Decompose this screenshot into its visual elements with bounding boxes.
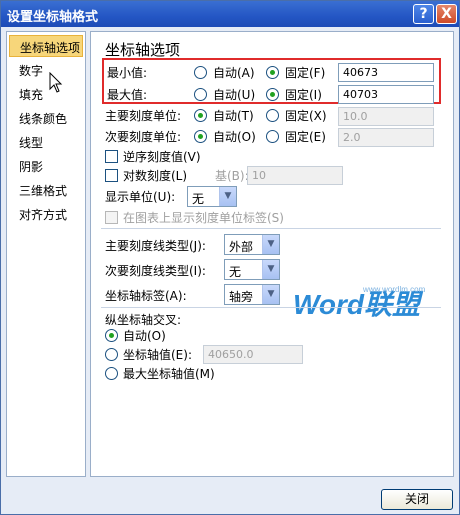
min-fixed-radio[interactable] bbox=[266, 66, 279, 79]
axis-labels-value: 轴旁 bbox=[229, 290, 254, 304]
sidebar-item-line-color[interactable]: 线条颜色 bbox=[9, 107, 83, 129]
minor-unit-auto-radio[interactable] bbox=[194, 130, 207, 143]
separator bbox=[101, 307, 441, 308]
max-auto-radio[interactable] bbox=[194, 88, 207, 101]
axis-labels-select[interactable]: 轴旁 ▼ bbox=[224, 284, 280, 305]
major-unit-fixed-label: 固定(X) bbox=[285, 109, 327, 123]
watermark-url-text: www.wordlm.com bbox=[363, 285, 426, 294]
cross-heading: 纵坐标轴交叉: bbox=[105, 313, 182, 327]
major-unit-auto-label: 自动(T) bbox=[213, 109, 254, 123]
dialog-titlebar: 设置坐标轴格式 ? X bbox=[1, 1, 459, 27]
chevron-down-icon: ▼ bbox=[219, 187, 236, 206]
max-fixed-radio[interactable] bbox=[266, 88, 279, 101]
show-units-label-checkbox[interactable] bbox=[105, 211, 118, 224]
sidebar-item-fill[interactable]: 填充 bbox=[9, 83, 83, 105]
display-units-label: 显示单位(U): bbox=[105, 190, 176, 204]
cross-auto-label: 自动(O) bbox=[123, 329, 166, 343]
log-scale-checkbox[interactable] bbox=[105, 169, 118, 182]
minor-unit-auto-label: 自动(O) bbox=[213, 130, 256, 144]
cross-value-radio[interactable] bbox=[105, 348, 118, 361]
sidebar-item-alignment[interactable]: 对齐方式 bbox=[9, 203, 83, 225]
display-units-select[interactable]: 无 ▼ bbox=[187, 186, 237, 207]
reverse-order-checkbox[interactable] bbox=[105, 150, 118, 163]
major-unit-value-input[interactable]: 10.0 bbox=[338, 107, 434, 126]
display-units-value: 无 bbox=[192, 192, 205, 206]
separator bbox=[101, 228, 441, 229]
sidebar-item-line-style[interactable]: 线型 bbox=[9, 131, 83, 153]
minor-tick-type-select[interactable]: 无 ▼ bbox=[224, 259, 280, 280]
panel-heading: 坐标轴选项 bbox=[105, 41, 181, 59]
sidebar-item-shadow[interactable]: 阴影 bbox=[9, 155, 83, 177]
max-label: 最大值: bbox=[107, 88, 148, 102]
min-fixed-label: 固定(F) bbox=[285, 66, 326, 80]
min-label: 最小值: bbox=[107, 66, 148, 80]
log-base-label: 基(B): bbox=[215, 169, 249, 183]
format-axis-dialog: 设置坐标轴格式 ? X 坐标轴选项 数字 填充 线条颜色 线型 阴影 三维格式 … bbox=[0, 0, 460, 515]
cross-max-radio[interactable] bbox=[105, 367, 118, 380]
minor-unit-label: 次要刻度单位: bbox=[105, 130, 182, 144]
min-value-input[interactable]: 40673 bbox=[338, 63, 434, 82]
word-lianmeng-watermark: Word联盟 www.wordlm.com bbox=[293, 283, 426, 323]
min-auto-label: 自动(A) bbox=[213, 66, 255, 80]
reverse-order-label: 逆序刻度值(V) bbox=[123, 150, 201, 164]
cross-value-input[interactable]: 40650.0 bbox=[203, 345, 303, 364]
max-fixed-label: 固定(I) bbox=[285, 88, 322, 102]
help-button[interactable]: ? bbox=[413, 4, 434, 24]
chevron-down-icon: ▼ bbox=[262, 235, 279, 254]
major-unit-fixed-radio[interactable] bbox=[266, 109, 279, 122]
dialog-title: 设置坐标轴格式 bbox=[7, 10, 99, 25]
close-window-button[interactable]: X bbox=[436, 4, 457, 24]
max-value-input[interactable]: 40703 bbox=[338, 85, 434, 104]
sidebar-item-number[interactable]: 数字 bbox=[9, 59, 83, 81]
major-tick-type-select[interactable]: 外部 ▼ bbox=[224, 234, 280, 255]
log-base-input[interactable]: 10 bbox=[247, 166, 343, 185]
close-button[interactable]: 关闭 bbox=[381, 489, 453, 510]
min-auto-radio[interactable] bbox=[194, 66, 207, 79]
major-unit-auto-radio[interactable] bbox=[194, 109, 207, 122]
cross-value-label: 坐标轴值(E): bbox=[123, 348, 192, 362]
minor-tick-type-label: 次要刻度线类型(I): bbox=[105, 264, 206, 278]
sidebar-item-axis-options[interactable]: 坐标轴选项 bbox=[9, 35, 83, 57]
show-units-label-text: 在图表上显示刻度单位标签(S) bbox=[123, 211, 284, 225]
cross-max-label: 最大坐标轴值(M) bbox=[123, 367, 215, 381]
major-tick-type-label: 主要刻度线类型(J): bbox=[105, 239, 206, 253]
log-scale-label: 对数刻度(L) bbox=[123, 169, 188, 183]
minor-unit-fixed-label: 固定(E) bbox=[285, 130, 326, 144]
minor-tick-type-value: 无 bbox=[229, 265, 242, 279]
cross-auto-radio[interactable] bbox=[105, 329, 118, 342]
chevron-down-icon: ▼ bbox=[262, 260, 279, 279]
max-auto-label: 自动(U) bbox=[213, 88, 256, 102]
major-unit-label: 主要刻度单位: bbox=[105, 109, 182, 123]
minor-unit-fixed-radio[interactable] bbox=[266, 130, 279, 143]
minor-unit-value-input[interactable]: 2.0 bbox=[338, 128, 434, 147]
mouse-cursor-icon bbox=[49, 72, 63, 93]
chevron-down-icon: ▼ bbox=[262, 285, 279, 304]
axis-labels-label: 坐标轴标签(A): bbox=[105, 289, 187, 303]
major-tick-type-value: 外部 bbox=[229, 240, 254, 254]
category-sidebar: 坐标轴选项 数字 填充 线条颜色 线型 阴影 三维格式 对齐方式 bbox=[6, 31, 86, 477]
sidebar-item-3d-format[interactable]: 三维格式 bbox=[9, 179, 83, 201]
